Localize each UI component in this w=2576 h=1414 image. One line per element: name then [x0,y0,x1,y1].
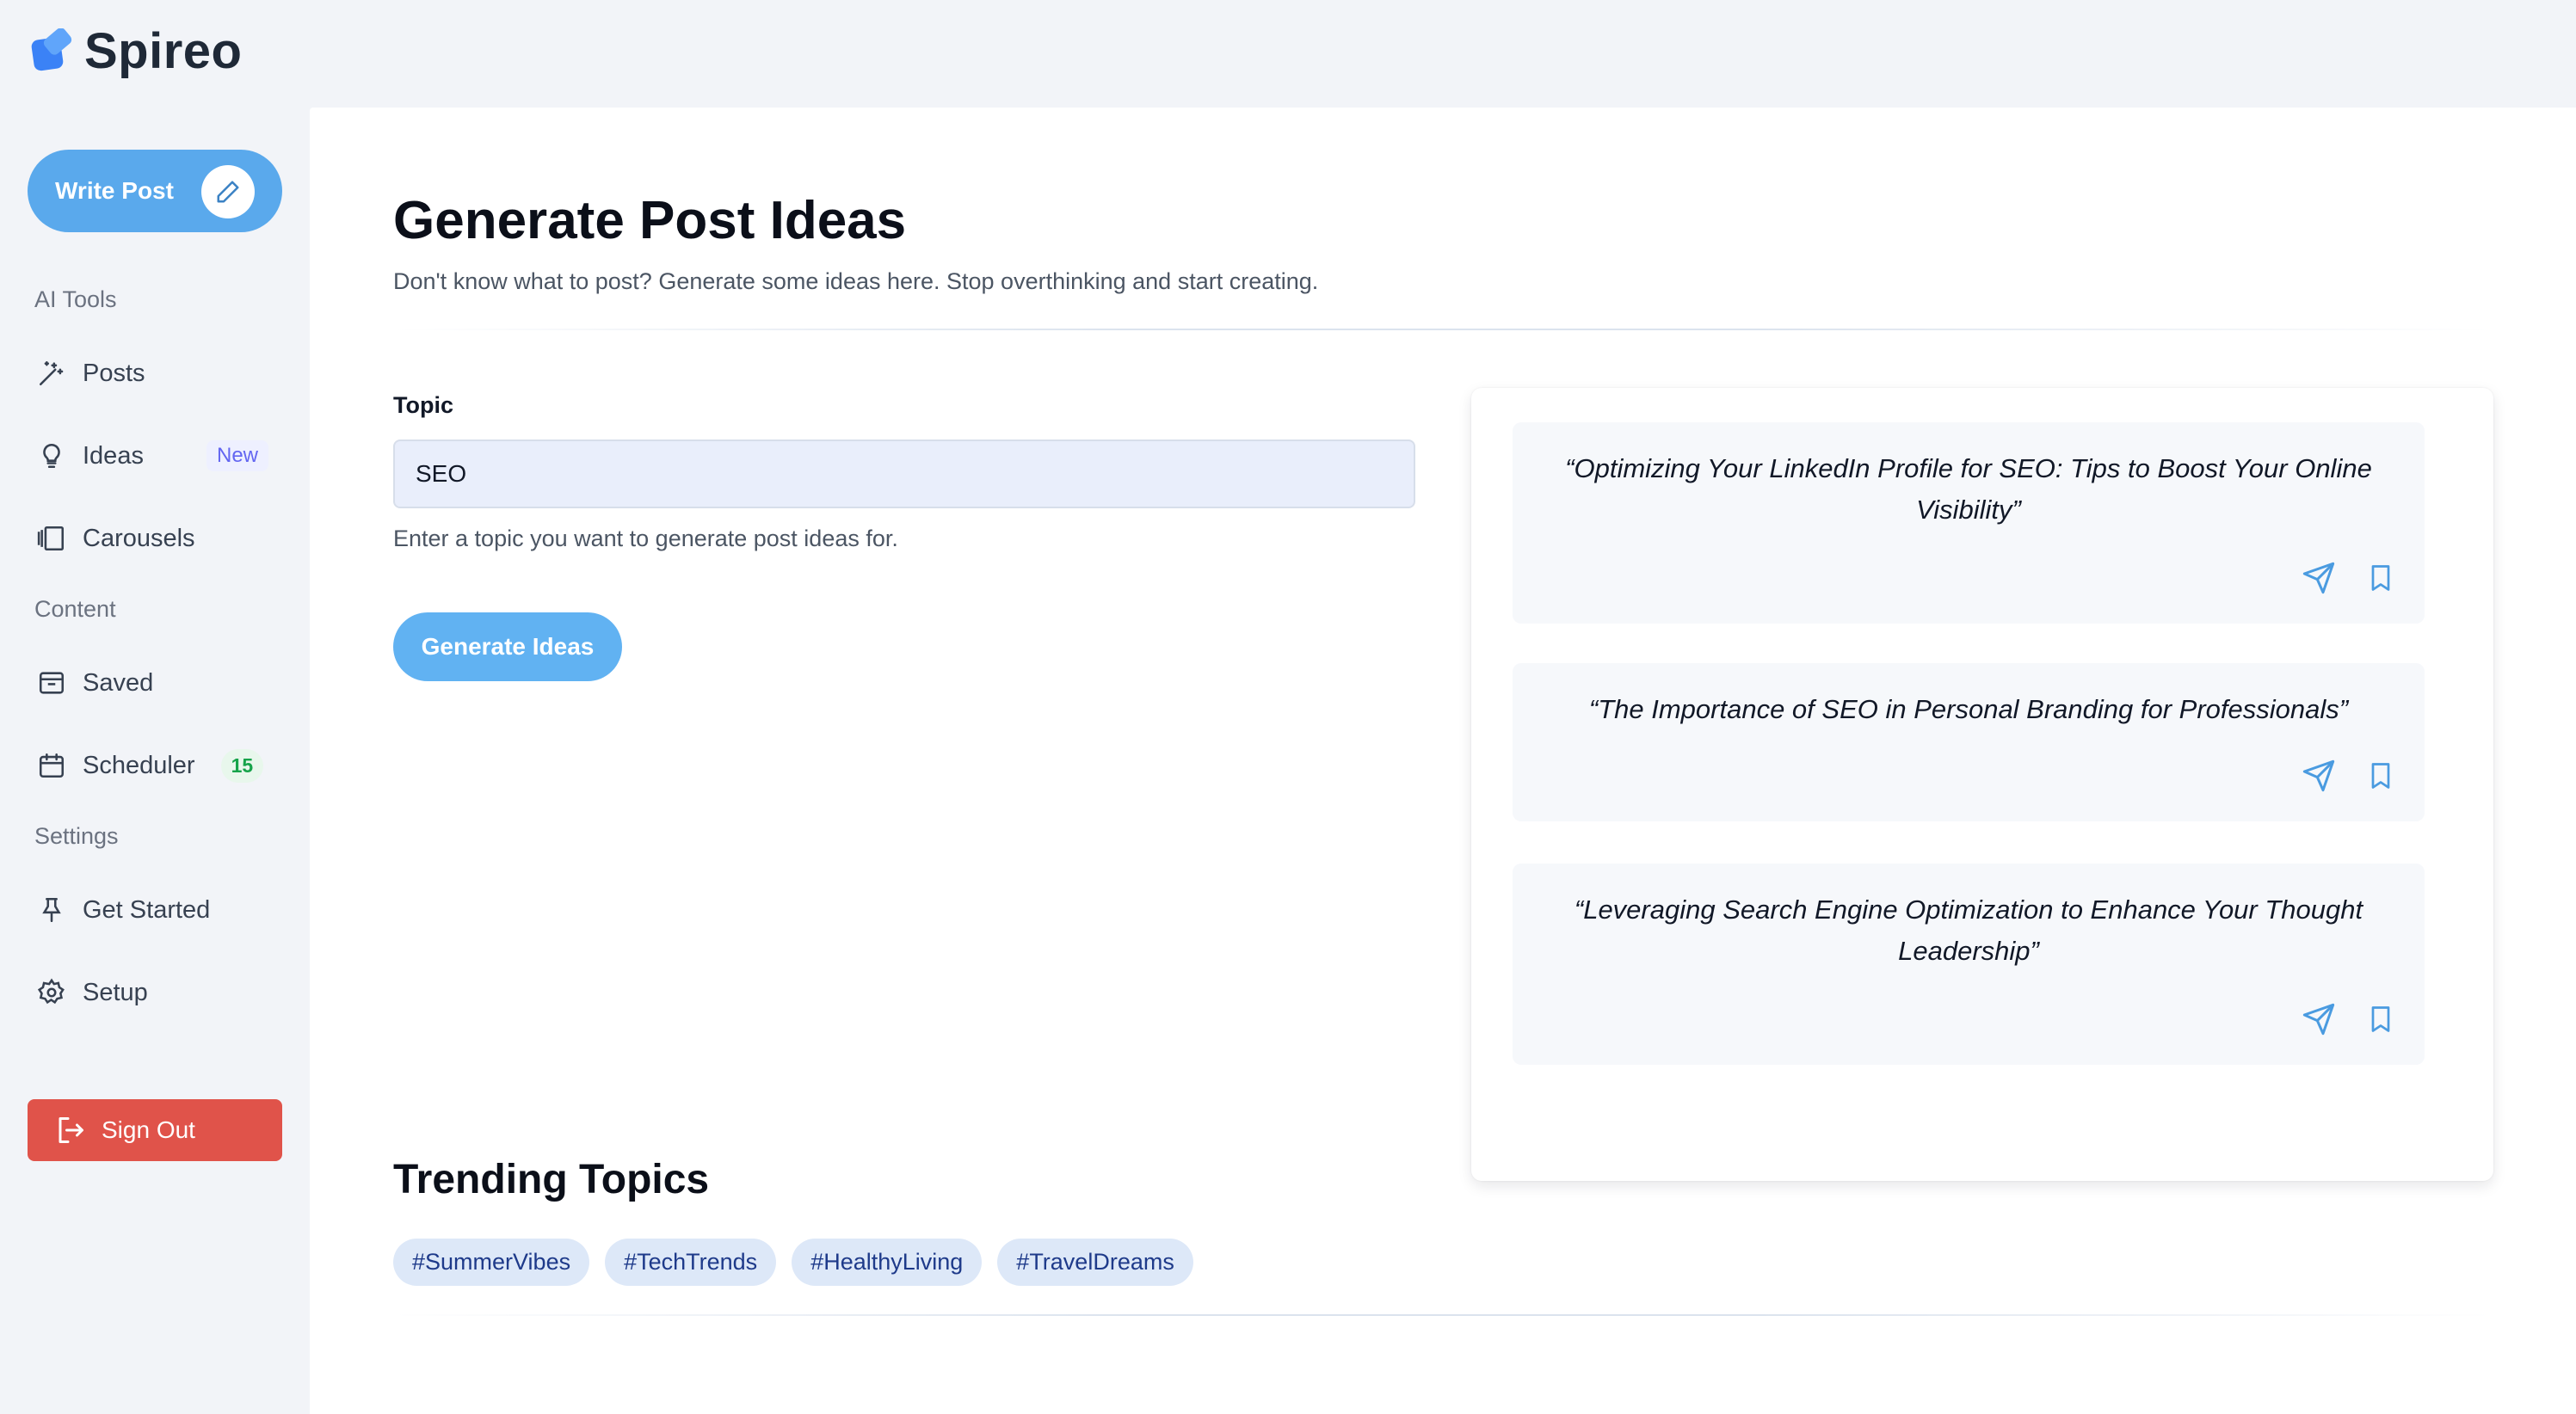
page-subtitle: Don't know what to post? Generate some i… [393,268,1319,294]
send-icon[interactable] [2301,1001,2337,1037]
topic-helper-text: Enter a topic you want to generate post … [393,526,898,551]
generate-ideas-button[interactable]: Generate Ideas [393,612,622,681]
logo-icon [29,27,76,75]
topic-input[interactable] [393,440,1415,508]
sidebar-item-saved[interactable]: Saved [34,659,275,707]
idea-card: “Leveraging Search Engine Optimization t… [1513,864,2425,1065]
sidebar-item-carousels[interactable]: Carousels [34,514,275,563]
idea-card: “Optimizing Your LinkedIn Profile for SE… [1513,422,2425,624]
idea-actions [2301,1001,2399,1037]
app-name: Spireo [84,23,243,79]
bookmark-icon[interactable] [2363,1001,2399,1037]
idea-text: “Optimizing Your LinkedIn Profile for SE… [1565,453,2372,525]
main-content: Generate Post Ideas Don't know what to p… [310,108,2576,1414]
trending-tag[interactable]: #TravelDreams [997,1239,1193,1286]
sidebar-item-posts[interactable]: Posts [34,349,275,397]
trending-tag[interactable]: #HealthyLiving [792,1239,983,1286]
pin-icon [34,893,69,927]
sidebar-item-setup[interactable]: Setup [34,968,275,1017]
scheduler-count-badge: 15 [220,748,264,783]
divider [393,1314,2493,1316]
write-post-button[interactable]: Write Post [28,150,282,232]
send-icon[interactable] [2301,758,2337,794]
ideas-list[interactable]: “Optimizing Your LinkedIn Profile for SE… [1471,388,2493,1138]
bookmark-icon[interactable] [2363,560,2399,596]
send-icon[interactable] [2301,560,2337,596]
trending-tag[interactable]: #SummerVibes [393,1239,590,1286]
topic-label: Topic [393,392,453,418]
trending-tag[interactable]: #TechTrends [605,1239,777,1286]
trending-tags: #SummerVibes #TechTrends #HealthyLiving … [393,1239,1193,1286]
sign-out-button[interactable]: Sign Out [28,1099,282,1161]
carousel-icon [34,521,69,556]
idea-text: “The Importance of SEO in Personal Brand… [1588,694,2349,724]
section-ai-tools: AI Tools [34,286,117,312]
divider [393,329,2493,330]
section-content: Content [34,596,116,622]
bookmark-icon[interactable] [2363,758,2399,794]
trending-title: Trending Topics [393,1157,710,1202]
lightbulb-icon [34,439,69,473]
sidebar-item-label: Saved [83,668,154,697]
new-badge: New [206,440,268,471]
idea-actions [2301,560,2399,596]
idea-card: “The Importance of SEO in Personal Brand… [1513,663,2425,821]
calendar-icon [34,748,69,783]
section-settings: Settings [34,823,119,849]
ideas-panel: “Optimizing Your LinkedIn Profile for SE… [1471,388,2493,1181]
idea-text: “Leveraging Search Engine Optimization t… [1574,895,2363,966]
sign-out-icon [55,1113,89,1147]
page-title: Generate Post Ideas [393,191,907,250]
pencil-icon [201,165,255,218]
sidebar-item-label: Posts [83,359,145,387]
logo[interactable]: Spireo [29,22,243,80]
sidebar-item-label: Carousels [83,524,195,552]
magic-wand-icon [34,356,69,390]
inbox-icon [34,666,69,700]
idea-actions [2301,758,2399,794]
top-bar: Spireo [0,0,2576,108]
sidebar: Write Post AI Tools Posts Ideas New Caro… [0,108,310,1414]
sidebar-item-label: Ideas [83,441,144,470]
sign-out-label: Sign Out [102,1116,195,1143]
sidebar-item-label: Get Started [83,895,211,924]
sidebar-item-get-started[interactable]: Get Started [34,886,275,934]
write-post-label: Write Post [55,177,174,204]
sidebar-item-label: Scheduler [83,751,195,779]
gear-icon [34,975,69,1010]
sidebar-item-ideas[interactable]: Ideas New [34,432,275,480]
sidebar-item-scheduler[interactable]: Scheduler 15 [34,741,275,790]
sidebar-item-label: Setup [83,978,148,1006]
